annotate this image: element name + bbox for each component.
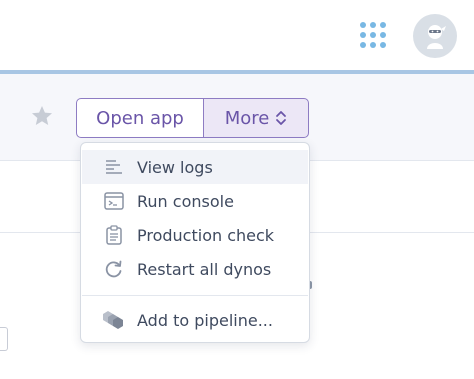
menu-item-label: Restart all dynos — [137, 259, 272, 279]
more-dropdown-menu: View logs Run console Production check R… — [80, 142, 310, 343]
user-avatar[interactable] — [413, 14, 457, 58]
menu-item-add-to-pipeline[interactable]: Add to pipeline... — [82, 303, 308, 337]
more-label: More — [224, 107, 270, 129]
favorite-star-icon[interactable] — [30, 104, 54, 128]
menu-item-label: Add to pipeline... — [137, 310, 273, 330]
top-navbar — [0, 0, 474, 72]
apps-grid-icon[interactable] — [360, 22, 388, 50]
menu-item-label: View logs — [137, 157, 213, 177]
pipeline-icon — [102, 308, 126, 332]
open-app-label: Open app — [96, 107, 184, 129]
menu-separator — [82, 295, 308, 296]
clipboard-icon — [102, 223, 126, 247]
chevron-up-down-icon — [276, 111, 287, 125]
partial-scroll-handle — [0, 327, 8, 351]
menu-item-run-console[interactable]: Run console — [82, 184, 308, 218]
menu-item-restart-all-dynos[interactable]: Restart all dynos — [82, 252, 308, 286]
open-app-button[interactable]: Open app — [76, 98, 204, 138]
logs-icon — [102, 155, 126, 179]
restart-icon — [102, 257, 126, 281]
menu-item-view-logs[interactable]: View logs — [82, 150, 308, 184]
menu-item-label: Run console — [137, 191, 234, 211]
menu-item-production-check[interactable]: Production check — [82, 218, 308, 252]
console-icon — [102, 189, 126, 213]
menu-item-label: Production check — [137, 225, 275, 245]
more-button[interactable]: More — [203, 98, 309, 138]
ninja-avatar-icon — [427, 25, 446, 49]
